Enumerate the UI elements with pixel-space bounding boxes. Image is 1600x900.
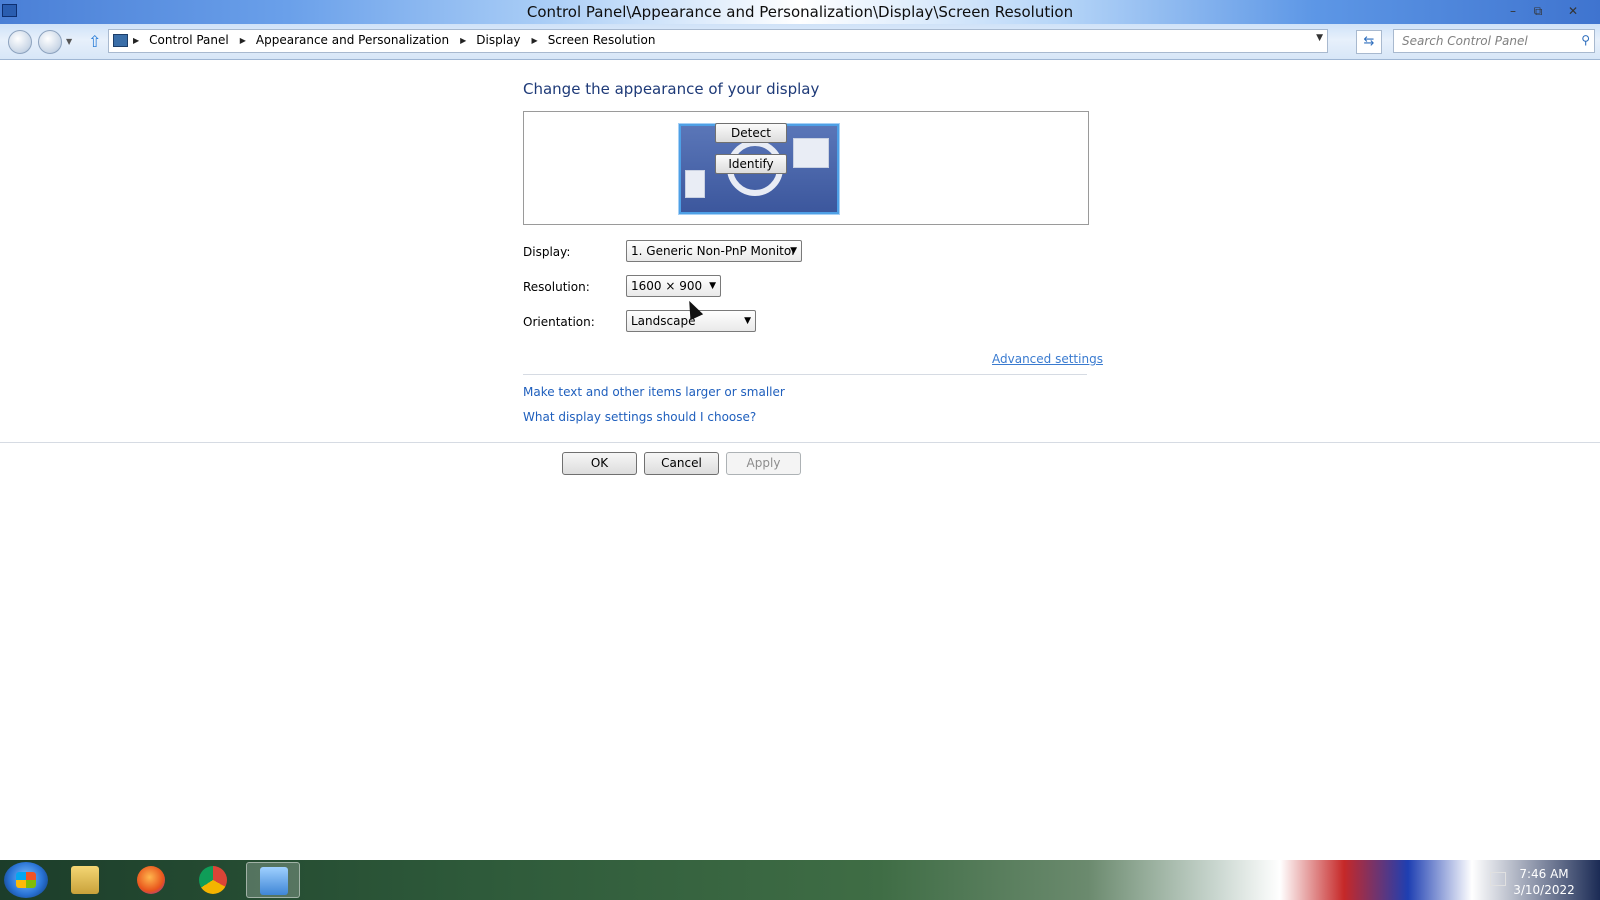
taskbar-file-explorer[interactable] xyxy=(58,862,112,898)
section-divider xyxy=(523,374,1087,375)
recent-pages-dropdown-icon[interactable]: ▼ xyxy=(66,37,72,46)
restore-button[interactable]: ⧉ xyxy=(1527,2,1549,20)
ok-button[interactable]: OK xyxy=(562,452,637,475)
taskbar-control-panel[interactable] xyxy=(246,862,300,898)
page-title: Change the appearance of your display xyxy=(523,80,820,98)
control-panel-icon xyxy=(260,867,288,895)
title-bar: Control Panel\Appearance and Personaliza… xyxy=(0,0,1600,24)
dropdown-arrow-icon: ▼ xyxy=(790,246,797,256)
orientation-label: Orientation: xyxy=(523,315,595,329)
chevron-down-icon[interactable]: ▼ xyxy=(1316,33,1323,43)
display-select-value: 1. Generic Non-PnP Monitor xyxy=(631,244,797,258)
window-title: Control Panel\Appearance and Personaliza… xyxy=(526,3,1074,21)
taskbar-firefox[interactable] xyxy=(124,862,178,898)
detect-button[interactable]: Detect xyxy=(715,123,787,143)
text-size-link[interactable]: Make text and other items larger or smal… xyxy=(523,385,785,399)
display-help-link[interactable]: What display settings should I choose? xyxy=(523,410,756,424)
search-input[interactable] xyxy=(1400,33,1574,49)
close-button[interactable]: ✕ xyxy=(1562,2,1584,20)
forward-button[interactable] xyxy=(38,30,62,54)
refresh-button[interactable]: ⇆ xyxy=(1356,30,1382,54)
search-icon[interactable]: ⚲ xyxy=(1581,33,1590,47)
network-icon[interactable] xyxy=(1490,872,1506,886)
up-arrow-icon[interactable]: ⇧ xyxy=(88,32,101,51)
desktop-doc-graphic xyxy=(685,170,705,198)
resolution-select-value: 1600 × 900 xyxy=(631,279,703,293)
start-button[interactable] xyxy=(4,862,48,898)
chrome-icon xyxy=(199,866,227,894)
cancel-button[interactable]: Cancel xyxy=(644,452,719,475)
taskbar-chrome[interactable] xyxy=(186,862,240,898)
chevron-right-icon[interactable]: ▶ xyxy=(532,36,538,45)
search-box[interactable]: ⚲ xyxy=(1393,29,1595,53)
advanced-settings-link[interactable]: Advanced settings xyxy=(992,352,1103,366)
firefox-icon xyxy=(137,866,165,894)
clock-time: 7:46 AM xyxy=(1519,867,1569,881)
chevron-right-icon[interactable]: ▶ xyxy=(460,36,466,45)
footer-divider xyxy=(0,442,1600,443)
chevron-right-icon[interactable]: ▶ xyxy=(133,36,139,45)
breadcrumb-control-panel[interactable]: Control Panel xyxy=(149,33,229,47)
chevron-right-icon[interactable]: ▶ xyxy=(240,36,246,45)
orientation-select-value: Landscape xyxy=(631,314,696,328)
breadcrumb[interactable]: ▶ Control Panel ▶ Appearance and Persona… xyxy=(108,29,1328,53)
apply-button[interactable]: Apply xyxy=(726,452,801,475)
computer-icon xyxy=(113,34,128,47)
dropdown-arrow-icon: ▼ xyxy=(709,281,716,291)
dropdown-arrow-icon: ▼ xyxy=(744,316,751,326)
back-button[interactable] xyxy=(8,30,32,54)
resolution-label: Resolution: xyxy=(523,280,590,294)
breadcrumb-screen-resolution[interactable]: Screen Resolution xyxy=(548,33,656,47)
breadcrumb-appearance[interactable]: Appearance and Personalization xyxy=(256,33,449,47)
desktop-window-graphic xyxy=(793,138,829,168)
resolution-select[interactable]: 1600 × 900 ▼ xyxy=(626,275,721,297)
breadcrumb-display[interactable]: Display xyxy=(476,33,520,47)
display-select[interactable]: 1. Generic Non-PnP Monitor ▼ xyxy=(626,240,802,262)
taskbar xyxy=(0,860,1600,900)
clock-date: 3/10/2022 xyxy=(1513,883,1575,897)
folder-icon xyxy=(71,866,99,894)
system-clock[interactable]: 7:46 AM 3/10/2022 xyxy=(1510,866,1578,898)
display-label: Display: xyxy=(523,245,571,259)
minimize-button[interactable]: – xyxy=(1502,2,1524,20)
identify-button[interactable]: Identify xyxy=(715,154,787,174)
